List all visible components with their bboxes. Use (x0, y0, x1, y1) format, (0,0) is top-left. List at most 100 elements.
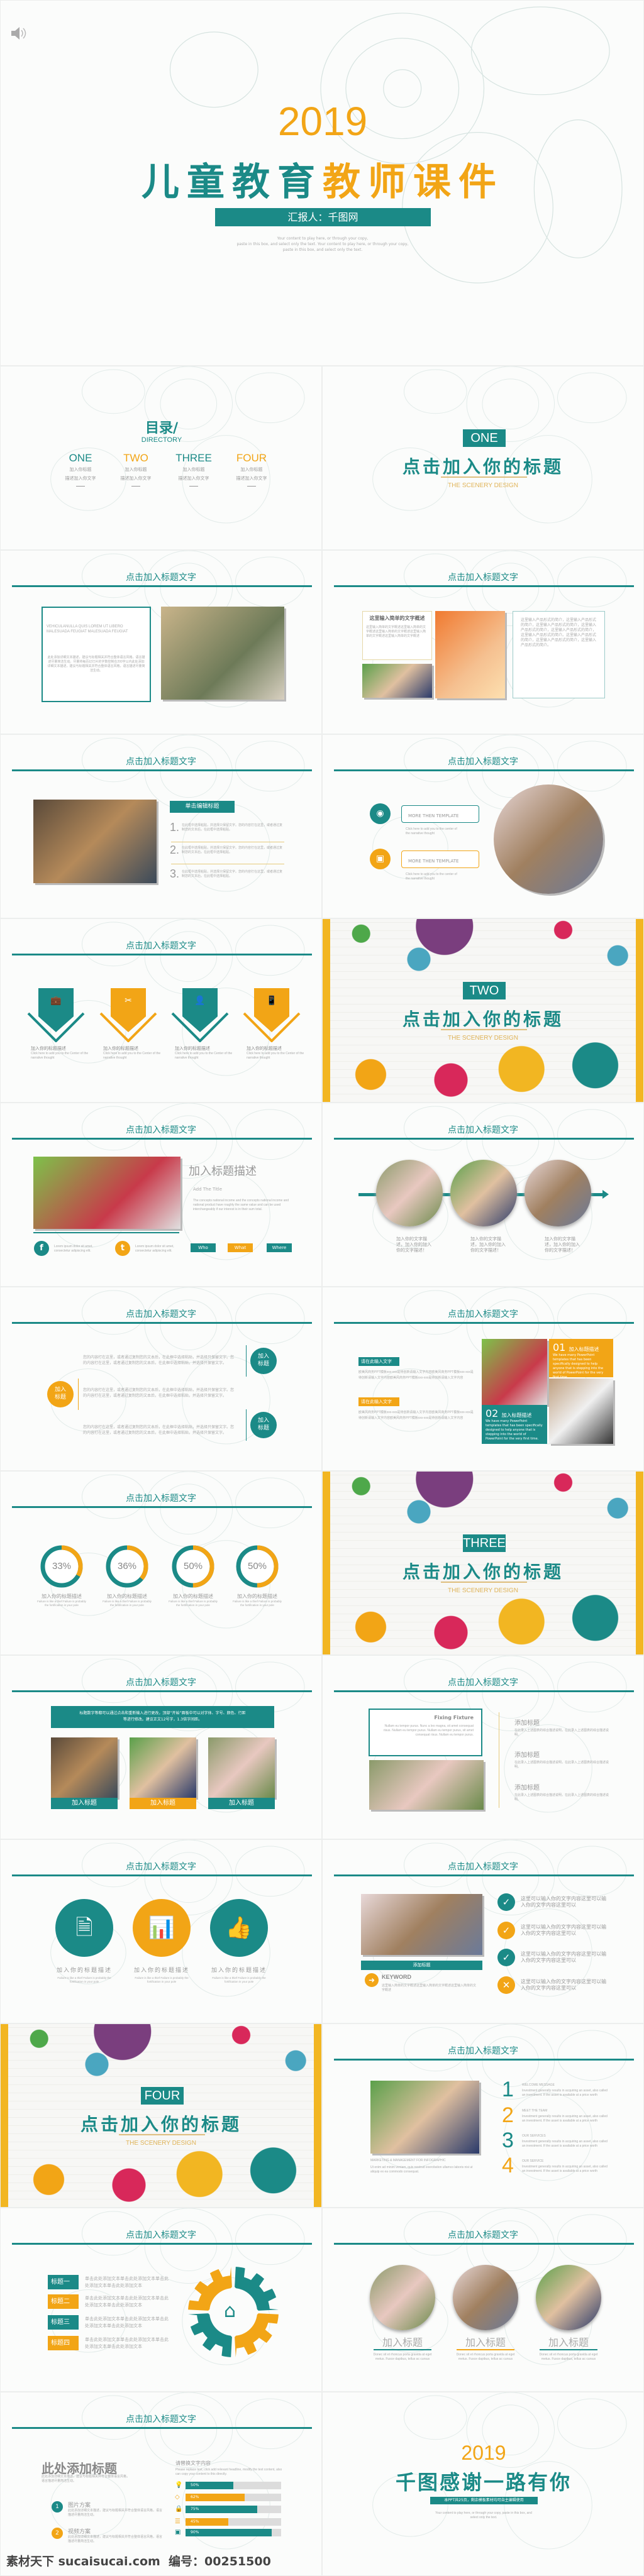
section-title: 点击加入你的标题 (80, 2114, 242, 2135)
slide-cover: 2019 儿童教育教师课件 汇报人：千图网 Your content to pl… (0, 0, 644, 366)
caption-title: 加入你的标题描述 (103, 1046, 138, 1051)
info-text: Investment generally results in acquirin… (522, 2115, 608, 2123)
circle-text: Donec sit et rhoncus porta gravida at eg… (456, 2353, 515, 2361)
section-number: TWO (463, 982, 506, 999)
info-title: OUR SERVICE (522, 2159, 544, 2163)
section-title: 点击加入你的标题 (402, 1009, 564, 1030)
slide-header-title: 点击加入标题文字 (126, 757, 196, 767)
section-subtitle: THE SCENERY DESIGN (126, 2140, 196, 2147)
cover-title: 儿童教育教师课件 (1, 151, 643, 206)
slide-header-title: 点击加入标题文字 (126, 1678, 196, 1688)
header-divider (334, 1874, 634, 1876)
block-title: 加入标题描述 (501, 1412, 532, 1418)
slide-arrows: 点击加入标题文字 💼 加入你的标题描述 Click here to add yo… (0, 918, 322, 1103)
photo (208, 1737, 275, 1798)
slide-header-title: 点击加入标题文字 (448, 1862, 518, 1872)
number-3: 3 (502, 2128, 514, 2152)
directory-item-3[interactable]: THREE 加入你标题 描述加入你文字 (169, 452, 219, 487)
main-desc: 此处添加详细文本描述，建议与标题相关并符合整体语言风格，语言描述尽量简洁生动。 (42, 2475, 130, 2483)
progress-label: 50% (191, 2483, 199, 2487)
donut-label: 33% (52, 1561, 72, 1571)
who-button[interactable]: Who (191, 1243, 216, 1252)
numbered-info: OUR SERVICES Investment generally result… (522, 2134, 610, 2149)
circle-underline (457, 2349, 514, 2350)
header-divider (334, 769, 634, 771)
directory-item-2[interactable]: TWO 加入你标题 描述加入你文字 (111, 452, 161, 487)
callout-text: Click here to add you to the center of t… (406, 827, 457, 835)
facebook-icon[interactable]: f (34, 1241, 49, 1256)
header-divider (12, 585, 312, 587)
photo-label-bar: 添加标题 (361, 1961, 482, 1970)
slide-templates: 点击加入标题文字 ◉ MORE THEN TEMPLATE Click here … (322, 734, 644, 918)
section-subtitle: THE SCENERY DESIGN (448, 1587, 518, 1594)
section-underline (119, 2134, 205, 2135)
badge-circle: 加入标题 (250, 1412, 277, 1438)
slide-header-title: 点击加入标题文字 (448, 1678, 518, 1688)
circle-title: 加入标题 (465, 2337, 506, 2348)
caption-text: Click here to add you to the Center of t… (31, 1052, 89, 1060)
directory-item-line2: 描述加入你文字 (236, 476, 267, 481)
photo-circle (453, 2265, 518, 2330)
item-text: 在此录入上述图表的综合描述说明，在此录入上述图表的综合描述说明。 (514, 1729, 609, 1737)
directory-title: 目录/ (145, 420, 179, 436)
progress-track: 90% (186, 2529, 281, 2536)
directory-item-1[interactable]: ONE 加入你标题 描述加入你文字 (55, 452, 106, 487)
circle-title: 加入标题 (382, 2337, 423, 2348)
slide-section-four: FOUR 点击加入你的标题 THE SCENERY DESIGN (0, 2023, 322, 2208)
item-text: 在此录入上述图表的综合描述说明，在此录入上述图表的综合描述说明。 (514, 1793, 609, 1802)
header-divider (334, 2059, 634, 2061)
progress-track: 62% (186, 2494, 281, 2501)
caption-title: 加入你的标题描述 (247, 1046, 282, 1051)
block-number: 01 (553, 1341, 566, 1353)
icon-caption: 加入你的标题描述 Failure is like a thief Failure… (53, 1966, 116, 1984)
cover-reporter: 汇报人：千图网 (215, 208, 431, 226)
input-text-1: 欧美风商务PPT模板xxx-xxx是待创新请输入文字内容欧美风商务PPT模板xx… (358, 1370, 474, 1380)
plan-item: 图片方案 此处添加详细文本描述，建议与标题相关并符合整体语言风格，语言描述尽量简洁… (68, 2501, 162, 2518)
caption-title: 加入你的标题描述 (175, 1046, 210, 1051)
directory-item-4[interactable]: FOUR 加入你标题 描述加入你文字 (226, 452, 277, 487)
fixture-title: Fixing Fixture (434, 1715, 474, 1720)
slide-section-one: ONE 点击加入你的标题 THE SCENERY DESIGN (322, 366, 644, 550)
info-title: MEET THE TEAM (522, 2109, 548, 2113)
timeline-caption: 加入你的文字描述，加入你的加入你的文字描述！ (545, 1236, 580, 1253)
header-divider (12, 1322, 312, 1324)
block-02: 02 加入标题描述 We have many PowerPoint templa… (482, 1405, 547, 1444)
directory-item-line1: 加入你标题 (69, 467, 92, 472)
overview-box: 这里输入简单的文字概述 这里输入简单的文字概述这里输入简单的文字概述这里输入简单… (362, 611, 432, 660)
section-number: FOUR (141, 2087, 184, 2105)
progress-label: 90% (191, 2530, 199, 2535)
twitter-icon[interactable]: t (115, 1241, 130, 1256)
directory-item-line2: 描述加入你文字 (120, 476, 152, 481)
item-text: 在此框中选择粘贴，并选择只保留文字。您的内容打在这里，或者通过复制您的文本后，在… (182, 823, 283, 832)
callout-box: MORE THEN TEMPLATE (401, 850, 479, 868)
where-button[interactable]: Where (267, 1243, 292, 1252)
input-label-1: 请在此输入文字 (358, 1357, 399, 1366)
directory-item-line1: 加入你标题 (240, 467, 263, 472)
arrow-caption: 加入你的标题描述 Click here to add you to the Ce… (31, 1045, 96, 1060)
callout-title: MORE THEN TEMPLATE (408, 813, 459, 818)
photo-circle (536, 2265, 601, 2330)
numbered-info: MEET THE TEAM Investment generally resul… (522, 2109, 610, 2123)
donut-text: Failure is like a thief Failure is proba… (103, 1600, 152, 1607)
section-subtitle: THE SCENERY DESIGN (448, 482, 518, 489)
gear-label-2: 标题二 (48, 2294, 79, 2309)
document-icon: 🗎 (55, 1899, 113, 1957)
header-divider (12, 1506, 312, 1508)
list-item: 添加标题 在此录入上述图表的综合描述说明，在此录入上述图表的综合描述说明。 (514, 1717, 609, 1737)
slide-donuts: 点击加入标题文字 33% 36% 50% 50% 加入你的标题描述 Failur… (0, 1471, 322, 1655)
badge-circle: 加入标题 (47, 1381, 74, 1407)
item-text: 在此框中选择粘贴，并选择只保留文字。您的内容打在这里，或者通过复制您的文本后，在… (182, 846, 283, 854)
directory-item-line1: 加入你标题 (125, 467, 147, 472)
donut-caption: 加入你的标题描述 Failure is like a thief Failure… (232, 1593, 282, 1607)
donut-caption: 加入你的标题描述 Failure is like a thief Failure… (102, 1593, 152, 1607)
slide-header-title: 点击加入标题文字 (448, 2230, 518, 2240)
speaker-icon[interactable] (9, 25, 27, 42)
image-icon: ▣ (175, 2529, 181, 2536)
input-text-2: 欧美风商务PPT模板xxx-xxx是待创新请输入文字内容欧美风商务PPT模板xx… (358, 1411, 474, 1420)
photo-classroom (33, 1157, 180, 1229)
gear-label-1: 标题一 (48, 2275, 79, 2289)
check-icon: ✓ (497, 1949, 515, 1966)
circle-text: Donec sit et rhoncus porta gravida at eg… (539, 2353, 598, 2361)
edit-title-button[interactable]: 单击编辑标题 (170, 801, 235, 813)
what-button[interactable]: What (228, 1243, 253, 1252)
